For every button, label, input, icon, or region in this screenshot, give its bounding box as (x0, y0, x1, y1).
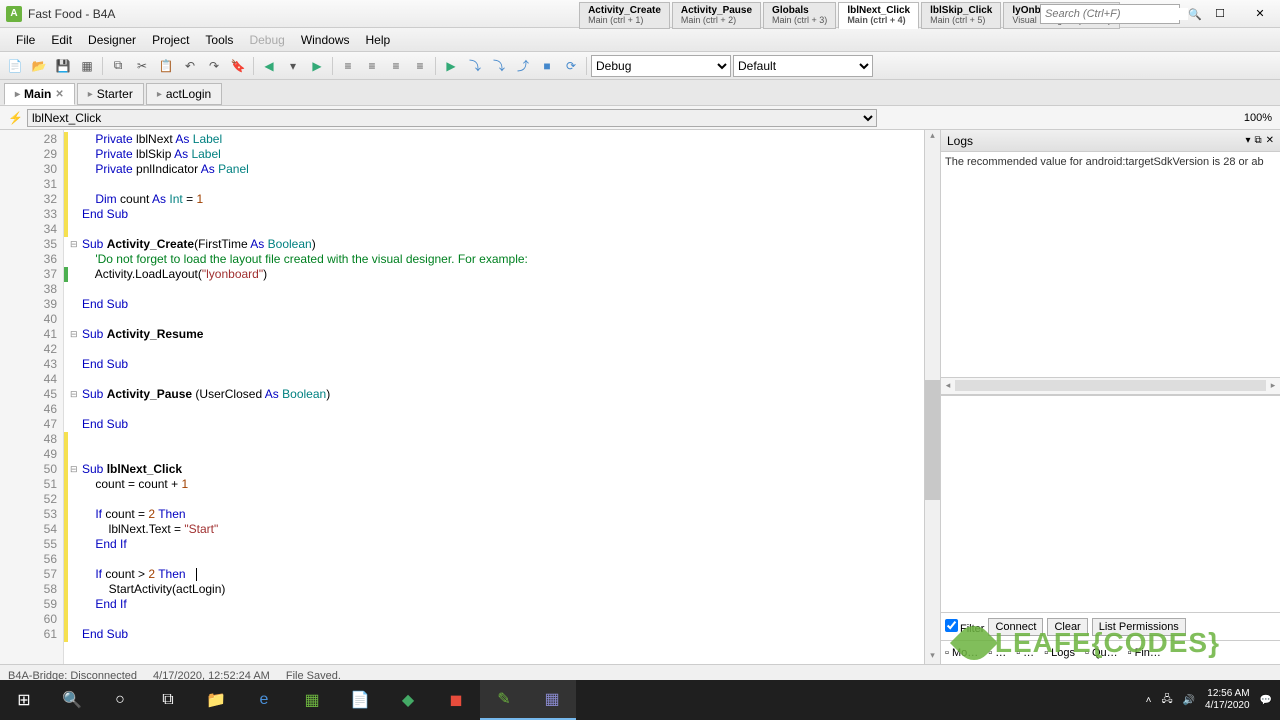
member-dropdown[interactable]: lblNext_Click (27, 109, 877, 127)
logs-title: Logs (947, 134, 973, 148)
logs-close-icon[interactable]: ✕ (1266, 135, 1274, 146)
menu-debug[interactable]: Debug (241, 30, 292, 50)
nav-tab-2[interactable]: GlobalsMain (ctrl + 3) (763, 2, 836, 29)
logs-hscroll[interactable]: ◂▸ (941, 380, 1280, 391)
indent-button[interactable]: ≡ (361, 55, 383, 77)
target-select[interactable]: Default (733, 55, 873, 77)
paste-button[interactable]: 📋 (155, 55, 177, 77)
app-button-5[interactable]: ▦ (528, 680, 576, 720)
clock[interactable]: 12:56 AM 4/17/2020 (1205, 688, 1250, 712)
connect-button[interactable]: Connect (988, 618, 1043, 636)
app-button-4[interactable]: ◼ (432, 680, 480, 720)
app-icon: A (6, 6, 22, 22)
taskview-button[interactable]: ⧉ (144, 680, 192, 720)
uncomment-button[interactable]: ≡ (409, 55, 431, 77)
cortana-button[interactable]: ○ (96, 680, 144, 720)
export-button[interactable]: ▦ (76, 55, 98, 77)
tray-volume-icon[interactable]: 🔊 (1183, 695, 1195, 706)
doc-tab-main[interactable]: ▸ Main ✕ (4, 83, 75, 105)
search-icon[interactable]: 🔍 (1188, 8, 1202, 21)
step-out-button[interactable]: ⤴ (512, 55, 534, 77)
search-button[interactable]: 🔍 (48, 680, 96, 720)
bookmark-button[interactable]: 🔖 (227, 55, 249, 77)
toolbar: 📄 📂 💾 ▦ ⧉ ✂ 📋 ↶ ↷ 🔖 ◀ ▾ ▶ ≡ ≡ ≡ ≡ ▶ ⤵ ⤵ … (0, 52, 1280, 80)
redo-button[interactable]: ↷ (203, 55, 225, 77)
undo-button[interactable]: ↶ (179, 55, 201, 77)
app-button-2[interactable]: 📄 (336, 680, 384, 720)
nav-tab-3[interactable]: lblNext_ClickMain (ctrl + 4) (838, 2, 919, 29)
search-box[interactable]: 🔍 (1040, 4, 1180, 24)
zoom-level[interactable]: 100% (1244, 112, 1272, 124)
taskbar: ⊞ 🔍 ○ ⧉ 📁 e ▦ 📄 ◆ ◼ ✎ ▦ ˄ 🖧 🔊 12:56 AM 4… (0, 680, 1280, 720)
menu-windows[interactable]: Windows (293, 30, 358, 50)
step-into-button[interactable]: ⤵ (488, 55, 510, 77)
code-editor[interactable]: 2829303132333435363738394041424344454647… (0, 130, 940, 664)
filter-checkbox[interactable]: Filter (945, 619, 984, 635)
explorer-button[interactable]: 📁 (192, 680, 240, 720)
nav-tab-0[interactable]: Activity_CreateMain (ctrl + 1) (579, 2, 670, 29)
logs-panel: Logs ▾ ⧉ ✕ The recommended value for and… (940, 130, 1280, 664)
edge-button[interactable]: e (240, 680, 288, 720)
list-permissions-button[interactable]: List Permissions (1092, 618, 1186, 636)
vertical-scrollbar[interactable]: ▴ ▾ (924, 130, 940, 664)
config-select[interactable]: Debug (591, 55, 731, 77)
doc-tab-actlogin[interactable]: ▸ actLogin (146, 83, 222, 105)
menu-help[interactable]: Help (358, 30, 399, 50)
app-button-1[interactable]: ▦ (288, 680, 336, 720)
logs-tab-2[interactable]: ▫ … (1016, 647, 1034, 659)
start-button[interactable]: ⊞ (0, 680, 48, 720)
outdent-button[interactable]: ≡ (337, 55, 359, 77)
menu-project[interactable]: Project (144, 30, 197, 50)
logs-pin-icon[interactable]: ▾ (1245, 135, 1250, 146)
forward-button[interactable]: ▶ (306, 55, 328, 77)
maximize-button[interactable]: ☐ (1200, 0, 1240, 28)
cut-button[interactable]: ✂ (131, 55, 153, 77)
menu-tools[interactable]: Tools (197, 30, 241, 50)
tray-up-icon[interactable]: ˄ (1146, 695, 1152, 706)
app-button-3[interactable]: ◆ (384, 680, 432, 720)
restart-button[interactable]: ⟳ (560, 55, 582, 77)
menu-edit[interactable]: Edit (43, 30, 80, 50)
tray-network-icon[interactable]: 🖧 (1161, 692, 1172, 709)
member-icon: ⚡ (8, 111, 23, 125)
logs-tab-0[interactable]: ▫ Mo… (945, 647, 978, 659)
window-title: Fast Food - B4A (28, 7, 115, 21)
logs-upper-content: The recommended value for android:target… (941, 152, 1280, 377)
run-button[interactable]: ▶ (440, 55, 462, 77)
back-button[interactable]: ◀ (258, 55, 280, 77)
logs-float-icon[interactable]: ⧉ (1254, 135, 1261, 146)
copy-button[interactable]: ⧉ (107, 55, 129, 77)
logs-lower-content (941, 395, 1280, 613)
clear-button[interactable]: Clear (1047, 618, 1087, 636)
save-button[interactable]: 💾 (52, 55, 74, 77)
menu-designer[interactable]: Designer (80, 30, 144, 50)
stop-button[interactable]: ■ (536, 55, 558, 77)
comment-button[interactable]: ≡ (385, 55, 407, 77)
search-input[interactable] (1045, 8, 1188, 20)
logs-tab-1[interactable]: ▫ … (988, 647, 1006, 659)
nav-tab-1[interactable]: Activity_PauseMain (ctrl + 2) (672, 2, 761, 29)
nav-dropdown[interactable]: ▾ (282, 55, 304, 77)
new-button[interactable]: 📄 (4, 55, 26, 77)
doc-tab-starter[interactable]: ▸ Starter (77, 83, 144, 105)
close-button[interactable]: ✕ (1240, 0, 1280, 28)
logs-tab-3[interactable]: ▫ Logs (1044, 647, 1075, 659)
b4a-button[interactable]: ✎ (480, 680, 528, 720)
nav-tab-4[interactable]: lblSkip_ClickMain (ctrl + 5) (921, 2, 1001, 29)
step-over-button[interactable]: ⤵ (464, 55, 486, 77)
menu-file[interactable]: File (8, 30, 43, 50)
logs-tab-4[interactable]: ▫ Qu… (1085, 647, 1118, 659)
logs-tab-5[interactable]: ▫ Fin… (1128, 647, 1161, 659)
notifications-icon[interactable]: 💬 (1260, 695, 1272, 706)
open-button[interactable]: 📂 (28, 55, 50, 77)
